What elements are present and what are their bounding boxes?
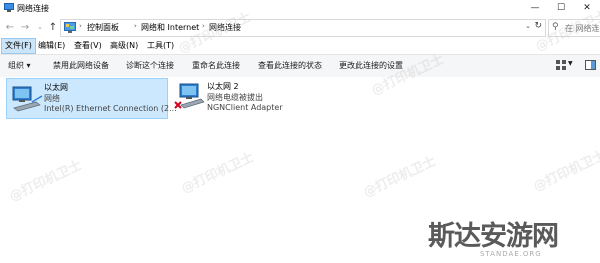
organize-button[interactable]: 组织 ▾ <box>8 60 31 71</box>
logo-subtext: STANDAE.ORG <box>480 250 542 258</box>
control-panel-icon <box>64 22 76 33</box>
menu-advanced[interactable]: 高级(N) <box>107 38 141 54</box>
breadcrumb-separator-icon: › <box>134 22 137 30</box>
disable-device-button[interactable]: 禁用此网络设备 <box>53 60 109 71</box>
connection-name: 以太网 <box>44 83 68 92</box>
network-connections-icon <box>4 3 14 12</box>
connection-status: 网络 <box>44 94 60 103</box>
diagnose-button[interactable]: 诊断这个连接 <box>126 60 174 71</box>
menu-view[interactable]: 查看(V) <box>71 38 105 54</box>
title-bar: 网络连接 — ☐ ✕ <box>0 0 600 17</box>
connection-name: 以太网 2 <box>207 82 239 91</box>
menu-tools[interactable]: 工具(T) <box>144 38 177 54</box>
ethernet-adapter-disconnected-icon <box>174 83 205 109</box>
back-arrow-icon[interactable]: ← <box>4 21 16 34</box>
view-dropdown-icon[interactable]: ▼ <box>568 60 573 67</box>
connection-ethernet-2[interactable]: 以太网 2 网络电缆被拔出 NGNClient Adapter <box>170 78 320 117</box>
connection-status: 网络电缆被拔出 <box>207 93 263 102</box>
maximize-button[interactable]: ☐ <box>548 0 574 17</box>
logo-text: 斯达安游网 <box>428 221 559 252</box>
connection-ethernet[interactable]: 以太网 网络 Intel(R) Ethernet Connection (2..… <box>6 78 177 119</box>
menu-file[interactable]: 文件(F) <box>1 38 36 54</box>
window-title: 网络连接 <box>17 4 49 13</box>
command-bar: 组织 ▾ 禁用此网络设备 诊断这个连接 重命名此连接 查看此连接的状态 更改此连… <box>0 54 600 78</box>
menu-bar: 文件(F) 编辑(E) 查看(V) 高级(N) 工具(T) <box>0 38 600 54</box>
view-options-icon[interactable] <box>556 60 566 70</box>
breadcrumb-control-panel[interactable]: 控制面板 <box>87 22 119 33</box>
ethernet-adapter-icon <box>12 86 43 112</box>
connection-adapter: NGNClient Adapter <box>207 103 283 112</box>
recent-dropdown-icon[interactable]: ⌄ <box>34 21 46 34</box>
menu-edit[interactable]: 编辑(E) <box>35 38 68 54</box>
rename-button[interactable]: 重命名此连接 <box>192 60 240 71</box>
forward-arrow-icon[interactable]: → <box>19 21 31 34</box>
minimize-button[interactable]: — <box>522 0 548 17</box>
preview-pane-icon[interactable] <box>585 60 596 70</box>
address-bar-row: ← → ⌄ ↑ › 控制面板 › 网络和 Internet › 网络连接 ⌄ ↻… <box>0 17 600 38</box>
refresh-icon[interactable]: ↻ <box>534 21 542 31</box>
view-status-button[interactable]: 查看此连接的状态 <box>258 60 322 71</box>
address-box[interactable]: › 控制面板 › 网络和 Internet › 网络连接 ⌄ ↻ <box>60 19 546 37</box>
address-dropdown-icon[interactable]: ⌄ <box>525 22 531 30</box>
site-logo: 斯达安游网 STANDAE.ORG <box>428 214 559 258</box>
connection-adapter: Intel(R) Ethernet Connection (2... <box>44 104 177 113</box>
up-arrow-icon[interactable]: ↑ <box>47 21 59 34</box>
breadcrumb-separator-icon: › <box>79 22 82 30</box>
